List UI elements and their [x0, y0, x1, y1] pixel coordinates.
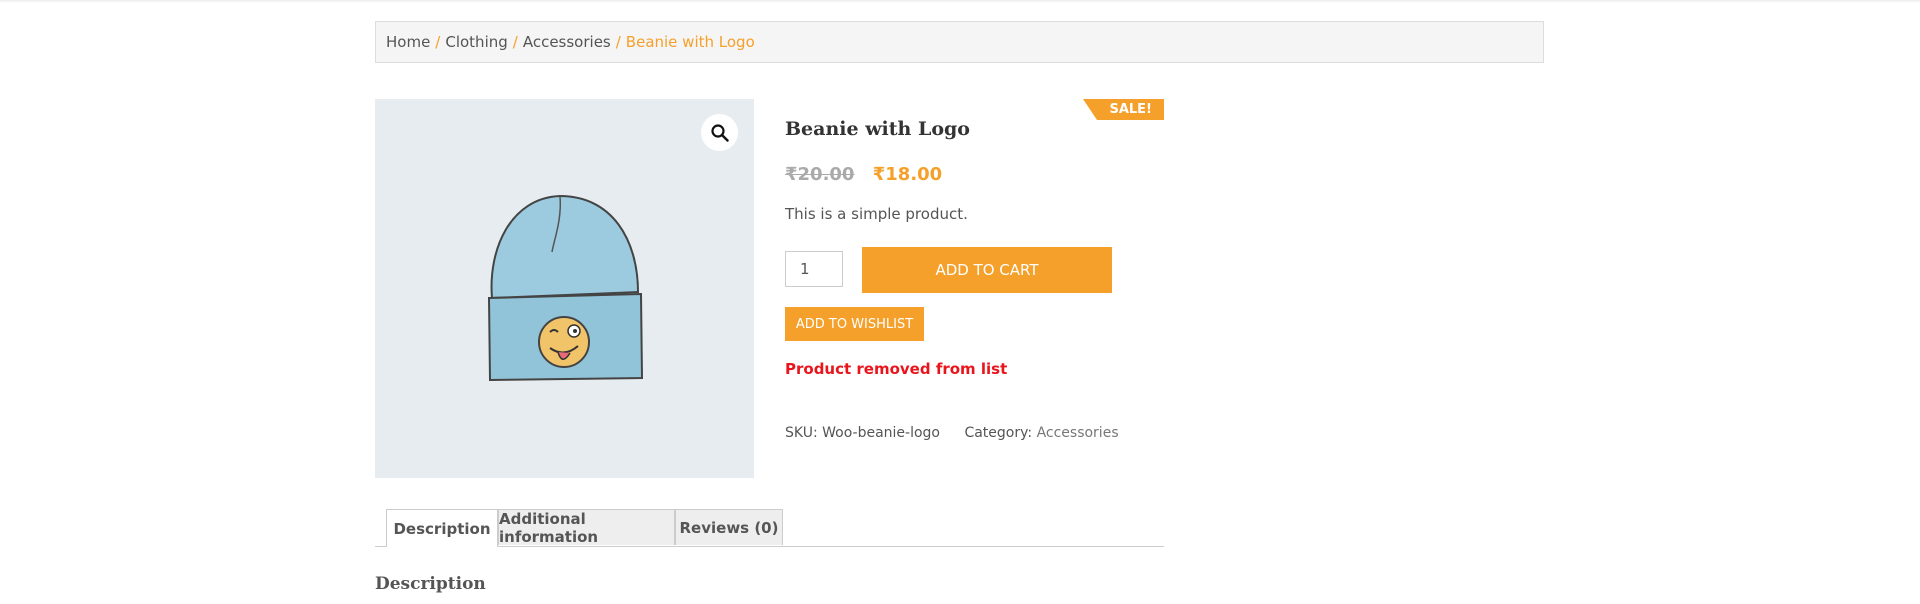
breadcrumb-accessories[interactable]: Accessories — [523, 33, 611, 51]
sku-value: Woo-beanie-logo — [822, 425, 940, 441]
category-link[interactable]: Accessories — [1037, 425, 1119, 441]
description-heading: Description — [375, 574, 486, 594]
add-to-cart-button[interactable]: ADD TO CART — [862, 247, 1112, 293]
tab-reviews[interactable]: Reviews (0) — [675, 509, 783, 545]
product-meta: SKU: Woo-beanie-logo Category: Accessori… — [785, 425, 1119, 441]
product-tabs: Description Additional information Revie… — [375, 509, 1164, 547]
search-icon — [710, 123, 729, 142]
breadcrumb-separator: / — [512, 33, 518, 51]
sku-label: SKU: — [785, 425, 818, 441]
product-title: Beanie with Logo — [785, 118, 970, 140]
breadcrumb-home[interactable]: Home — [386, 33, 430, 51]
old-price: ₹20.00 — [785, 164, 855, 185]
sale-badge: SALE! — [1083, 99, 1164, 120]
add-to-wishlist-button[interactable]: ADD TO WISHLIST — [785, 307, 924, 341]
sale-price: ₹18.00 — [872, 164, 943, 185]
breadcrumb-current: Beanie with Logo — [625, 33, 755, 51]
tab-description[interactable]: Description — [386, 509, 498, 547]
header-shadow — [0, 0, 1920, 3]
zoom-button[interactable] — [701, 114, 738, 151]
tab-additional-information[interactable]: Additional information — [498, 509, 675, 546]
quantity-input[interactable] — [785, 251, 843, 287]
breadcrumb-separator: / — [435, 33, 441, 51]
short-description: This is a simple product. — [785, 205, 968, 223]
breadcrumb-separator: / — [615, 33, 621, 51]
product-price: ₹20.00 ₹18.00 — [785, 164, 942, 185]
beanie-image — [487, 194, 644, 382]
breadcrumb: Home / Clothing / Accessories / Beanie w… — [375, 21, 1544, 63]
breadcrumb-clothing[interactable]: Clothing — [445, 33, 507, 51]
wishlist-notice: Product removed from list — [785, 360, 1008, 378]
category-label: Category: — [964, 425, 1033, 441]
